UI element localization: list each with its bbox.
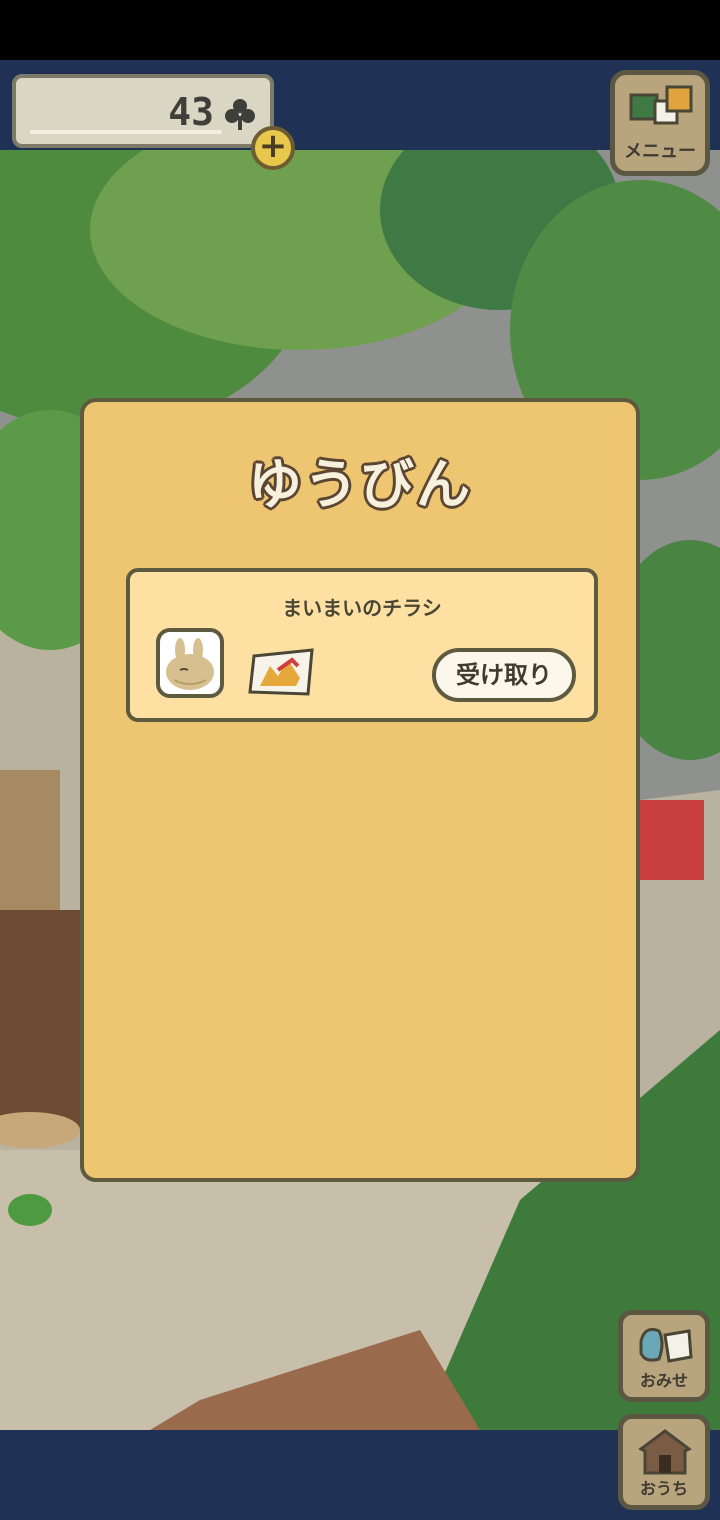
add-clover-button[interactable]: + — [251, 126, 295, 170]
flyer-icon — [248, 648, 318, 702]
bottom-band — [0, 1430, 720, 1520]
mail-title: ゆうびん — [248, 453, 472, 516]
shop-button[interactable]: おみせ — [618, 1310, 710, 1402]
plus-icon: + — [258, 126, 288, 166]
status-bar — [0, 0, 720, 60]
home-label: おうち — [639, 1479, 688, 1498]
mail-panel: ゆうびん まいまいのチラシ 受け取り — [80, 398, 640, 1182]
clover-count: 43 — [168, 90, 214, 134]
home-button[interactable]: おうち — [618, 1414, 710, 1510]
snail-avatar-icon — [156, 628, 224, 698]
mail-item: まいまいのチラシ 受け取り — [126, 568, 598, 722]
shop-label: おみせ — [639, 1371, 688, 1390]
menu-label: メニュー — [624, 141, 696, 162]
clover-counter: 43 — [12, 74, 274, 148]
mail-sender: まいまいのチラシ — [282, 596, 442, 620]
menu-button[interactable]: メニュー — [610, 70, 710, 176]
receive-button[interactable]: 受け取り — [432, 648, 576, 702]
counter-highlight — [30, 130, 222, 134]
clover-icon — [222, 96, 258, 136]
